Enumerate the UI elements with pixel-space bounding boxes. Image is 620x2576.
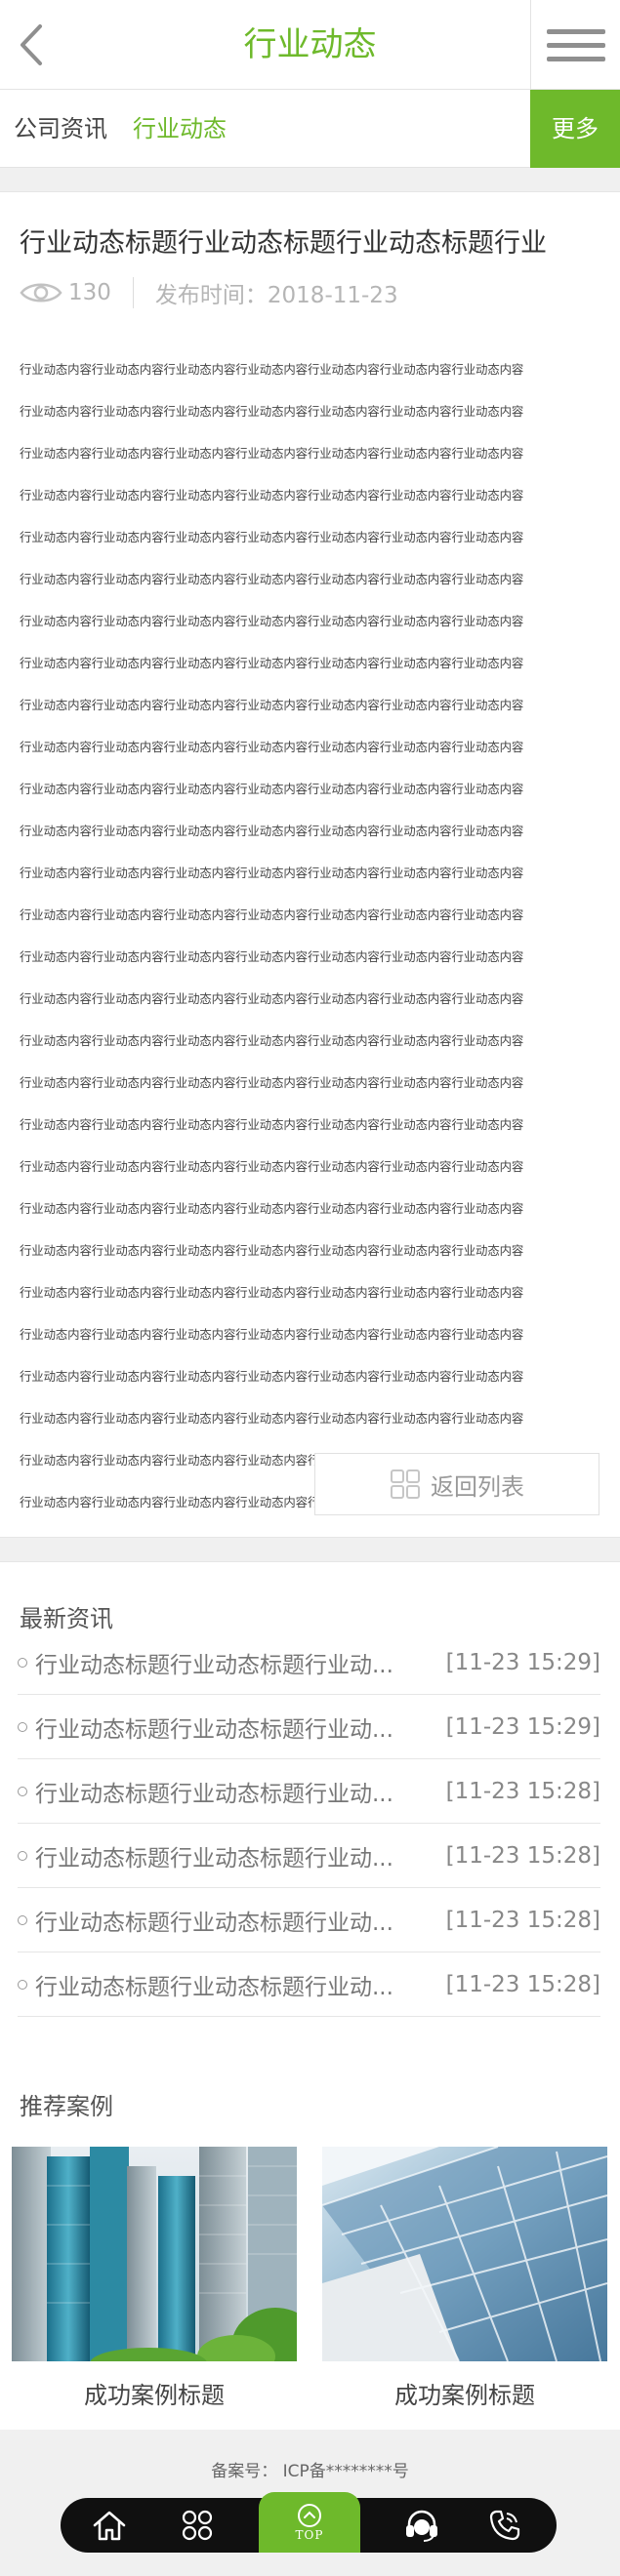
article-body-line: 行业动态内容行业动态内容行业动态内容行业动态内容行业动态内容行业动态内容行业动态…: [20, 446, 524, 461]
return-to-list-button[interactable]: 返回列表: [314, 1453, 599, 1515]
article-body-line: 行业动态内容行业动态内容行业动态内容行业动态内容行业动态内容行业动态内容行业动态…: [20, 530, 524, 544]
header: 行业动态: [0, 0, 620, 90]
article-body-line: 行业动态内容行业动态内容行业动态内容行业动态内容行业动态内容行业动态内容行业动态…: [20, 1243, 524, 1258]
view-count-value: 130: [68, 280, 111, 305]
article-body-line: 行业动态内容行业动态内容行业动态内容行业动态内容行业动态内容行业动态内容行业动态…: [20, 362, 524, 377]
article-body-line: 行业动态内容行业动态内容行业动态内容行业动态内容行业动态内容行业动态内容行业动态…: [20, 740, 524, 754]
category-nav: 公司资讯 行业动态 更多: [0, 90, 620, 168]
article-body-line: 行业动态内容行业动态内容行业动态内容行业动态内容行业动态内容行业动态内容行业动态…: [20, 991, 524, 1006]
chevron-left-icon: [21, 24, 42, 65]
eye-icon: [20, 283, 62, 302]
case-image-skyscrapers: [12, 2147, 297, 2361]
case-caption: 成功案例标题: [84, 2382, 225, 2409]
nav-phone[interactable]: [475, 2498, 534, 2553]
latest-news-title: 最新资讯: [20, 1605, 113, 1632]
grid-icon: [391, 1469, 420, 1499]
news-list-item[interactable]: 行业动态标题行业动态标题行业动... [11-23 15:28]: [18, 1888, 600, 1952]
nav-apps[interactable]: [168, 2498, 227, 2553]
bullet-circle-icon: [18, 1786, 27, 1796]
news-time: [11-23 15:29]: [445, 1713, 600, 1740]
news-list: 行业动态标题行业动态标题行业动... [11-23 15:29] 行业动态标题行业动…: [18, 1630, 600, 2017]
article-body-line: 行业动态内容行业动态内容行业动态内容行业动态内容行业动态内容行业动态内容行业动态…: [20, 949, 524, 964]
news-time: [11-23 15:28]: [445, 1971, 600, 1997]
phone-icon: [489, 2510, 520, 2541]
article-body-line: 行业动态内容行业动态内容行业动态内容行业动态内容行业动态内容行业动态内容行业动态…: [20, 488, 524, 503]
tab-company-news[interactable]: 公司资讯: [14, 90, 107, 168]
bottom-nav: TOP: [61, 2492, 557, 2553]
news-title: 行业动态标题行业动态标题行业动...: [35, 1652, 393, 1678]
page-title: 行业动态: [243, 25, 377, 64]
article-body-line: 行业动态内容行业动态内容行业动态内容行业动态内容行业动态内容行业动态内容行业动态…: [20, 1327, 524, 1342]
news-title: 行业动态标题行业动态标题行业动...: [35, 1910, 393, 1936]
article-body-line: 行业动态内容行业动态内容行业动态内容行业动态内容行业动态内容行业动态内容行业动态…: [20, 614, 524, 628]
article-body-line: 行业动态内容行业动态内容行业动态内容行业动态内容行业动态内容行业动态内容行业动态…: [20, 572, 524, 586]
article: 行业动态标题行业动态标题行业动态标题行业 130 发布时间：2018-11-23…: [0, 191, 620, 1538]
bullet-circle-icon: [18, 1657, 27, 1668]
icp-record-value: ICP备********号: [282, 2462, 409, 2481]
case-item[interactable]: 成功案例标题: [12, 2147, 297, 2430]
news-list-item[interactable]: 行业动态标题行业动态标题行业动... [11-23 15:28]: [18, 1759, 600, 1824]
article-body-line: 行业动态内容行业动态内容行业动态内容行业动态内容行业动态内容行业动态内容行业动态…: [20, 1033, 524, 1048]
nav-home[interactable]: [80, 2498, 139, 2553]
news-title: 行业动态标题行业动态标题行业动...: [35, 1781, 393, 1807]
publish-date: 发布时间：2018-11-23: [134, 276, 398, 309]
article-body-line: 行业动态内容行业动态内容行业动态内容行业动态内容行业动态内容行业动态内容行业动态…: [20, 1075, 524, 1090]
article-body-line: 行业动态内容行业动态内容行业动态内容行业动态内容行业动态内容行业动态内容行业动态…: [20, 1369, 524, 1384]
view-count: 130: [20, 277, 134, 308]
news-time: [11-23 15:28]: [445, 1842, 600, 1869]
article-body-line: 行业动态内容行业动态内容行业动态内容行业动态内容行业动态内容行业动态内容行业动态…: [20, 656, 524, 670]
bullet-circle-icon: [18, 1721, 27, 1732]
menu-button[interactable]: [530, 0, 620, 90]
article-body-line: 行业动态内容行业动态内容行业动态内容行业动态内容行业动态内容行业动态内容行业动态…: [20, 698, 524, 712]
tab-industry-news[interactable]: 行业动态: [133, 90, 227, 168]
news-time: [11-23 15:29]: [445, 1649, 600, 1675]
article-meta: 130 发布时间：2018-11-23: [20, 276, 398, 309]
article-body-line: 行业动态内容行业动态内容行业动态内容行业动态内容行业动态内容行业动态内容行业动态…: [20, 404, 524, 419]
news-list-item[interactable]: 行业动态标题行业动态标题行业动... [11-23 15:28]: [18, 1952, 600, 2017]
article-body-line: 行业动态内容行业动态内容行业动态内容行业动态内容行业动态内容行业动态内容行业动态…: [20, 782, 524, 796]
back-to-top-button[interactable]: TOP: [259, 2492, 360, 2553]
back-button[interactable]: [12, 20, 51, 70]
publish-date-label: 发布时间：: [154, 283, 268, 308]
nav-customer-service[interactable]: [393, 2498, 451, 2553]
article-body-line: 行业动态内容行业动态内容行业动态内容行业动态内容行业动态内容行业动态内容行业动态…: [20, 1159, 524, 1174]
recommended-cases-title: 推荐案例: [20, 2093, 113, 2120]
hamburger-icon: [546, 28, 605, 34]
return-to-list-label: 返回列表: [431, 1472, 524, 1501]
headset-icon: [406, 2510, 437, 2542]
news-title: 行业动态标题行业动态标题行业动...: [35, 1845, 393, 1872]
article-body-line: 行业动态内容行业动态内容行业动态内容行业动态内容行业动态内容行业动态内容行业动态…: [20, 1117, 524, 1132]
article-body-line: 行业动态内容行业动态内容行业动态内容行业动态内容行业动态内容行业动态内容行业动态…: [20, 907, 524, 922]
icp-record-label: 备案号：: [211, 2462, 278, 2481]
icp-record: 备案号： ICP备********号: [0, 2457, 620, 2481]
page: 行业动态 公司资讯 行业动态 更多 行业动态标题行业动态标题行业动态标题行业 1…: [0, 0, 620, 2576]
bullet-circle-icon: [18, 1850, 27, 1861]
case-caption: 成功案例标题: [394, 2382, 535, 2409]
case-image-glass-building: [322, 2147, 607, 2361]
news-list-item[interactable]: 行业动态标题行业动态标题行业动... [11-23 15:29]: [18, 1695, 600, 1759]
article-body-line: 行业动态内容行业动态内容行业动态内容行业动态内容行业动态内容行业动态内容行业动态…: [20, 865, 524, 880]
news-list-item[interactable]: 行业动态标题行业动态标题行业动... [11-23 15:28]: [18, 1824, 600, 1888]
article-body-line: 行业动态内容行业动态内容行业动态内容行业动态内容行业动态内容行业动态内容行业动态…: [20, 1285, 524, 1300]
news-list-item[interactable]: 行业动态标题行业动态标题行业动... [11-23 15:29]: [18, 1630, 600, 1695]
publish-date-value: 2018-11-23: [267, 283, 398, 308]
bullet-circle-icon: [18, 1979, 27, 1990]
back-to-top-label: TOP: [295, 2528, 324, 2542]
news-time: [11-23 15:28]: [445, 1907, 600, 1933]
article-body-line: 行业动态内容行业动态内容行业动态内容行业动态内容行业动态内容行业动态内容行业动态…: [20, 824, 524, 838]
case-item[interactable]: 成功案例标题: [322, 2147, 607, 2430]
article-body: 行业动态内容行业动态内容行业动态内容行业动态内容行业动态内容行业动态内容行业动态…: [20, 348, 600, 1523]
article-body-line: 行业动态内容行业动态内容行业动态内容行业动态内容行业动态内容行业动态内容行业动态…: [20, 1411, 524, 1426]
apps-icon: [182, 2510, 213, 2541]
article-title: 行业动态标题行业动态标题行业动态标题行业: [20, 228, 547, 259]
news-time: [11-23 15:28]: [445, 1778, 600, 1804]
news-title: 行业动态标题行业动态标题行业动...: [35, 1974, 393, 2000]
more-button[interactable]: 更多: [530, 90, 620, 168]
bullet-circle-icon: [18, 1914, 27, 1925]
home-icon: [93, 2511, 126, 2541]
arrow-up-circle-icon: [298, 2504, 321, 2527]
news-title: 行业动态标题行业动态标题行业动...: [35, 1716, 393, 1743]
article-body-line: 行业动态内容行业动态内容行业动态内容行业动态内容行业动态内容行业动态内容行业动态…: [20, 1201, 524, 1216]
